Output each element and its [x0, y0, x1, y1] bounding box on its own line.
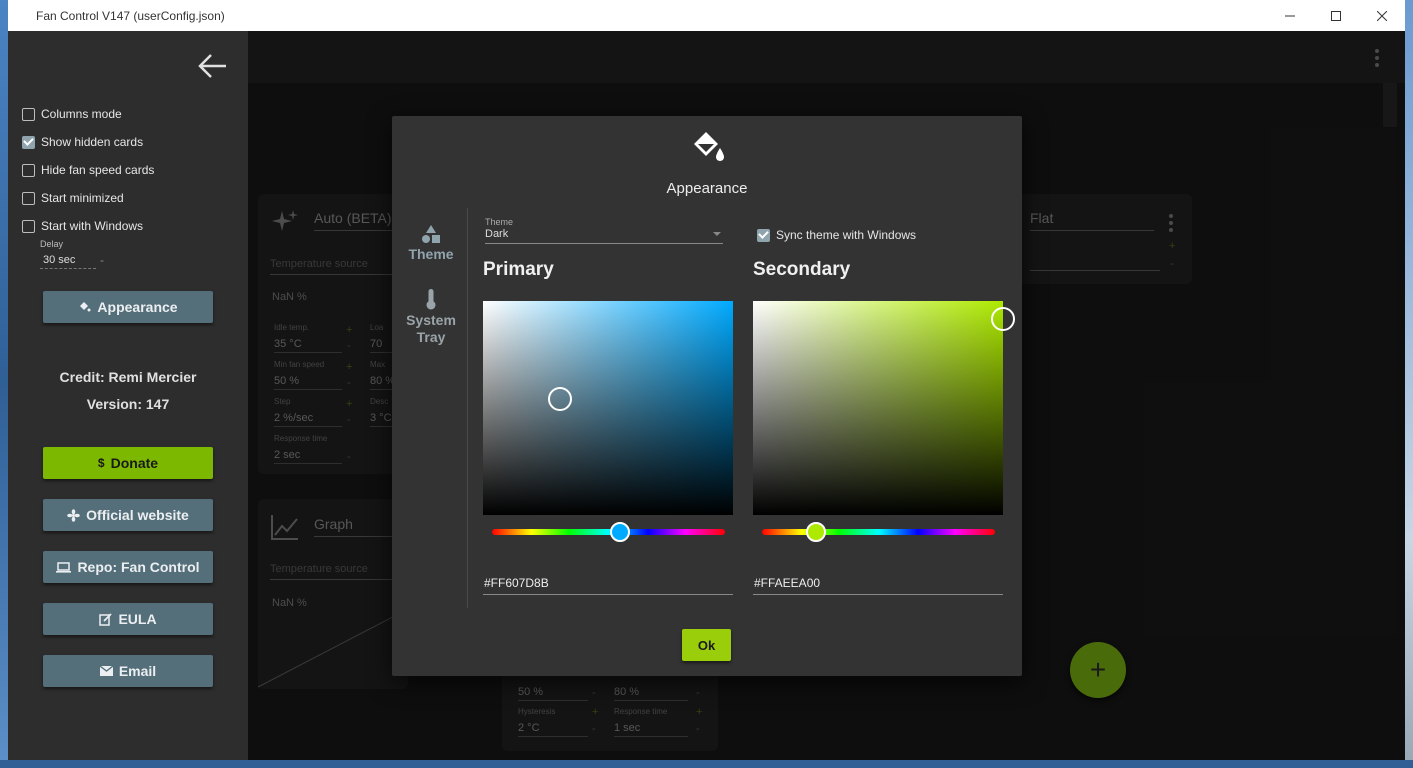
official-website-label: Official website: [86, 507, 189, 523]
checkbox[interactable]: [22, 107, 35, 121]
secondary-hue-thumb[interactable]: [806, 522, 826, 542]
option-show-hidden-cards[interactable]: Show hidden cards: [22, 135, 143, 149]
tab-theme-label: Theme: [408, 246, 454, 262]
envelope-icon: [99, 666, 113, 676]
repo-button[interactable]: Repo: Fan Control: [43, 551, 213, 583]
thermometer-icon: [426, 289, 436, 310]
edit-document-icon: [99, 612, 113, 626]
dialog-title: Appearance: [666, 180, 748, 197]
paint-bucket-icon: [80, 302, 91, 312]
email-button-label: Email: [118, 663, 157, 679]
ok-button[interactable]: Ok: [682, 629, 731, 661]
fan-icon: [67, 508, 80, 522]
version-text: Version: 147: [86, 396, 170, 412]
window-title: Fan Control V147 (userConfig.json): [36, 8, 225, 23]
shapes-icon: [422, 225, 440, 243]
theme-select-value: Dark: [485, 228, 509, 240]
desktop-background-right: [1405, 0, 1413, 768]
primary-hex-input[interactable]: #FF607D8B: [483, 576, 733, 595]
checkbox[interactable]: [22, 163, 35, 177]
taskbar-strip: [0, 760, 1413, 768]
theme-select-label: Theme: [485, 217, 514, 227]
delay-decrement[interactable]: -: [100, 253, 104, 267]
secondary-hue-slider[interactable]: [762, 529, 995, 535]
sync-theme-checkbox[interactable]: Sync theme with Windows: [757, 228, 916, 242]
official-website-button[interactable]: Official website: [43, 499, 213, 531]
secondary-saturation-value-picker[interactable]: [753, 301, 1015, 515]
theme-select[interactable]: Dark: [485, 228, 723, 244]
donate-button-label: Donate: [110, 455, 159, 471]
option-label: Show hidden cards: [41, 135, 144, 149]
desktop-background: [0, 0, 8, 768]
primary-hue-slider[interactable]: [492, 529, 725, 535]
maximize-button[interactable]: [1313, 0, 1359, 31]
primary-saturation-value-picker[interactable]: [483, 301, 733, 515]
laptop-icon: [56, 561, 72, 573]
primary-hue-thumb[interactable]: [610, 522, 630, 542]
close-button[interactable]: [1359, 0, 1405, 31]
option-label: Columns mode: [41, 107, 122, 121]
option-label: Start minimized: [41, 191, 124, 205]
appearance-button-label: Appearance: [97, 299, 178, 315]
appearance-button[interactable]: Appearance: [43, 291, 213, 323]
option-start-with-windows[interactable]: Start with Windows: [22, 219, 143, 233]
sync-theme-label: Sync theme with Windows: [776, 228, 917, 242]
option-hide-fan-speed-cards[interactable]: Hide fan speed cards: [22, 163, 154, 177]
checkbox[interactable]: [22, 135, 35, 149]
eula-button[interactable]: EULA: [43, 603, 213, 635]
tab-theme[interactable]: Theme: [392, 224, 470, 262]
secondary-sv-thumb[interactable]: [991, 307, 1015, 331]
appearance-dialog: Appearance Theme System Tray Theme Dark …: [392, 116, 1022, 676]
checkbox[interactable]: [22, 219, 35, 233]
checkbox[interactable]: [22, 191, 35, 205]
add-card-button[interactable]: +: [1070, 642, 1126, 698]
option-start-minimized[interactable]: Start minimized: [22, 191, 124, 205]
tabs-divider: [467, 208, 468, 608]
option-columns-mode[interactable]: Columns mode: [22, 107, 122, 121]
back-arrow-icon[interactable]: [196, 51, 230, 81]
option-label: Start with Windows: [41, 219, 144, 233]
delay-label: Delay: [40, 239, 64, 249]
primary-sv-thumb[interactable]: [548, 387, 572, 411]
secondary-title: Secondary: [753, 259, 851, 280]
minimize-button[interactable]: [1267, 0, 1313, 31]
title-bar: Fan Control V147 (userConfig.json): [8, 0, 1405, 31]
dollar-icon: $: [97, 456, 105, 470]
option-label: Hide fan speed cards: [41, 163, 155, 177]
credit-text: Credit: Remi Mercier: [59, 369, 197, 385]
tab-system-tray-label: System Tray: [406, 312, 456, 345]
chevron-down-icon: [713, 232, 721, 236]
delay-input[interactable]: 30 sec: [40, 254, 96, 269]
donate-button[interactable]: $ Donate: [43, 447, 213, 479]
checkbox[interactable]: [757, 228, 770, 242]
email-button[interactable]: Email: [43, 655, 213, 687]
plus-icon: +: [1089, 654, 1107, 685]
paint-bucket-icon: [694, 132, 724, 161]
secondary-hex-input[interactable]: #FFAEEA00: [753, 576, 1003, 595]
eula-button-label: EULA: [118, 611, 157, 627]
primary-title: Primary: [483, 259, 554, 280]
tab-system-tray[interactable]: System Tray: [392, 288, 470, 346]
repo-button-label: Repo: Fan Control: [77, 559, 200, 575]
settings-sidebar: Columns mode Show hidden cards Hide fan …: [8, 31, 248, 760]
